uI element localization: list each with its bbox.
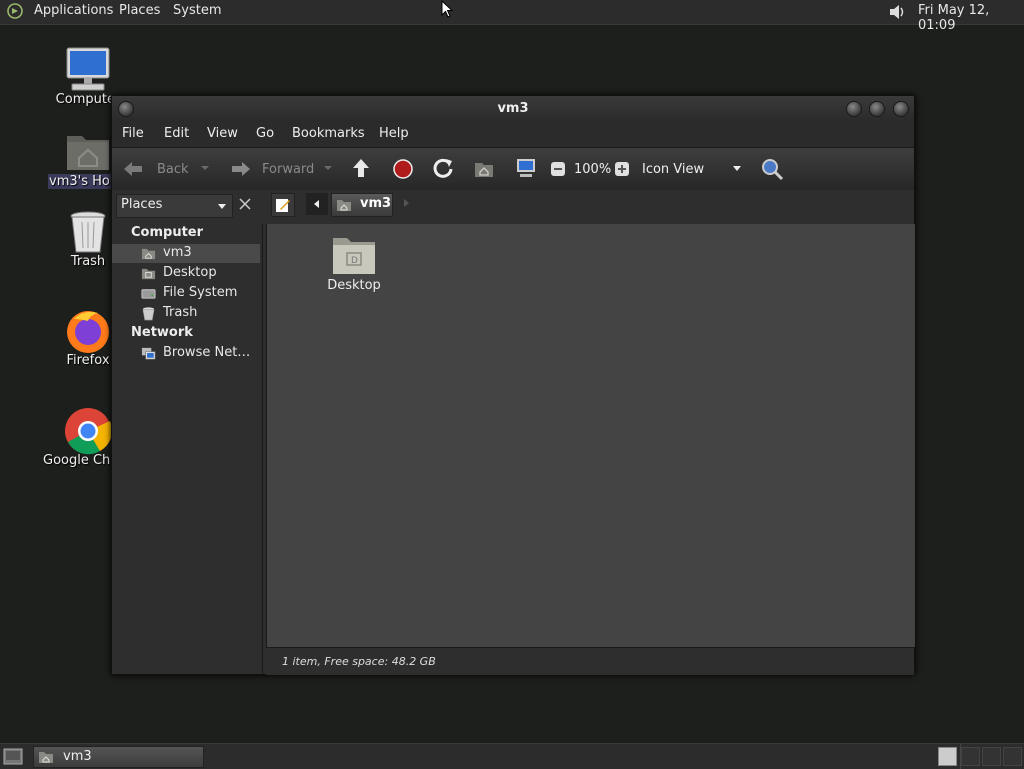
menu-view[interactable]: View (207, 126, 238, 141)
top-panel: Applications Places System Fri May 12, 0… (0, 0, 1024, 33)
sidebar-item-trash[interactable]: Trash (112, 304, 260, 323)
home-folder-icon (67, 136, 109, 170)
sidebar-item-browse-network[interactable]: Browse Net… (112, 344, 260, 363)
zoom-out-icon[interactable] (550, 161, 566, 177)
taskbar-button-label: vm3 (63, 749, 92, 764)
menubar: File Edit View Go Bookmarks Help (112, 121, 914, 147)
clock[interactable]: Fri May 12, 01:09 (918, 3, 1024, 33)
workspace-4[interactable] (1003, 747, 1022, 766)
menu-file[interactable]: File (122, 126, 144, 141)
sidebar-item-label: File System (163, 285, 238, 300)
toggle-location-entry-button[interactable] (271, 193, 295, 217)
sidebar-item-label: vm3 (163, 245, 192, 260)
view-mode-select[interactable]: Icon View (642, 162, 704, 177)
home-icon[interactable] (473, 158, 495, 180)
desktop-folder-icon (141, 268, 156, 280)
chevron-right-icon[interactable] (401, 198, 411, 208)
forward-arrow-icon[interactable] (228, 159, 252, 179)
sidebar-item-file-system[interactable]: File System (112, 284, 260, 303)
window-titlebar[interactable]: vm3 (112, 96, 914, 121)
system-menu[interactable]: System (173, 3, 221, 18)
back-history-chevron-down-icon[interactable] (200, 164, 210, 172)
window-title: vm3 (497, 101, 529, 116)
toolbar: Back Forward 100% Icon View (112, 147, 914, 191)
sidebar-item-vm3[interactable]: vm3 (112, 244, 260, 263)
file-item-label: Desktop (327, 278, 381, 293)
applications-menu[interactable]: Applications (34, 3, 113, 18)
show-desktop-icon[interactable] (3, 748, 23, 765)
computer-icon[interactable] (514, 157, 538, 179)
forward-button[interactable]: Forward (262, 162, 314, 177)
search-icon[interactable] (760, 157, 784, 181)
zoom-level: 100% (574, 162, 612, 177)
trash-icon (142, 307, 155, 321)
desktop-folder-icon: D (333, 238, 375, 274)
firefox-icon (67, 311, 109, 353)
computer-icon (66, 47, 110, 91)
chevron-left-icon (314, 200, 319, 208)
places-menu[interactable]: Places (119, 3, 160, 18)
taskbar-button-vm3[interactable]: vm3 (33, 746, 204, 768)
svg-text:D: D (351, 256, 358, 266)
workspace-3[interactable] (982, 747, 1001, 766)
maximize-icon[interactable] (869, 101, 885, 117)
path-left-button[interactable] (306, 193, 328, 215)
forward-history-chevron-down-icon[interactable] (323, 164, 333, 172)
sidebar-selector-label: Places (121, 197, 163, 212)
workspace-1[interactable] (938, 747, 957, 766)
menu-help[interactable]: Help (379, 126, 409, 141)
reload-icon[interactable] (432, 157, 454, 179)
close-sidebar-icon[interactable] (237, 196, 253, 212)
up-arrow-icon[interactable] (350, 157, 372, 179)
file-view[interactable]: D Desktop (266, 224, 915, 647)
status-bar: 1 item, Free space: 48.2 GB (266, 647, 914, 675)
path-segment-vm3[interactable]: vm3 (331, 193, 393, 217)
menu-go[interactable]: Go (256, 126, 274, 141)
view-mode-chevron-down-icon[interactable] (732, 165, 742, 173)
back-button[interactable]: Back (157, 162, 189, 177)
mouse-cursor-icon (441, 0, 454, 18)
distro-logo-icon[interactable] (7, 3, 23, 19)
volume-icon[interactable] (887, 3, 907, 21)
path-segment-label: vm3 (360, 196, 392, 211)
close-icon[interactable] (893, 101, 909, 117)
sidebar-heading-network: Network (131, 325, 193, 340)
menu-edit[interactable]: Edit (164, 126, 189, 141)
back-arrow-icon[interactable] (122, 159, 146, 179)
stop-icon[interactable] (392, 158, 414, 180)
location-bar: Places vm3 (112, 190, 914, 224)
network-icon (141, 347, 156, 360)
status-text: 1 item, Free space: 48.2 GB (282, 655, 436, 668)
home-icon (141, 248, 156, 260)
menu-bookmarks[interactable]: Bookmarks (292, 126, 365, 141)
edit-icon (276, 199, 290, 212)
sidebar-item-label: Desktop (163, 265, 217, 280)
sidebar-selector[interactable]: Places (116, 194, 233, 218)
file-manager-window: vm3 File Edit View Go Bookmarks Help Bac… (111, 95, 915, 675)
minimize-icon[interactable] (846, 101, 862, 117)
sidebar-item-desktop[interactable]: Desktop (112, 264, 260, 283)
sidebar-item-label: Browse Net… (163, 345, 251, 360)
sidebar-selector-chevron-down-icon (218, 204, 226, 209)
file-item-desktop[interactable]: D Desktop (319, 234, 389, 304)
sidebar-heading-computer: Computer (131, 225, 204, 240)
sidebar-item-label: Trash (163, 305, 198, 320)
places-sidebar: Computer vm3 Desktop File System Trash N… (112, 224, 263, 674)
bottom-panel: vm3 (0, 743, 1024, 769)
workspace-2[interactable] (961, 747, 980, 766)
zoom-in-icon[interactable] (614, 161, 630, 177)
chrome-icon (65, 408, 112, 455)
home-icon (337, 200, 351, 211)
trash-icon (70, 211, 106, 253)
drive-icon (141, 289, 156, 299)
home-folder-icon (39, 752, 53, 763)
